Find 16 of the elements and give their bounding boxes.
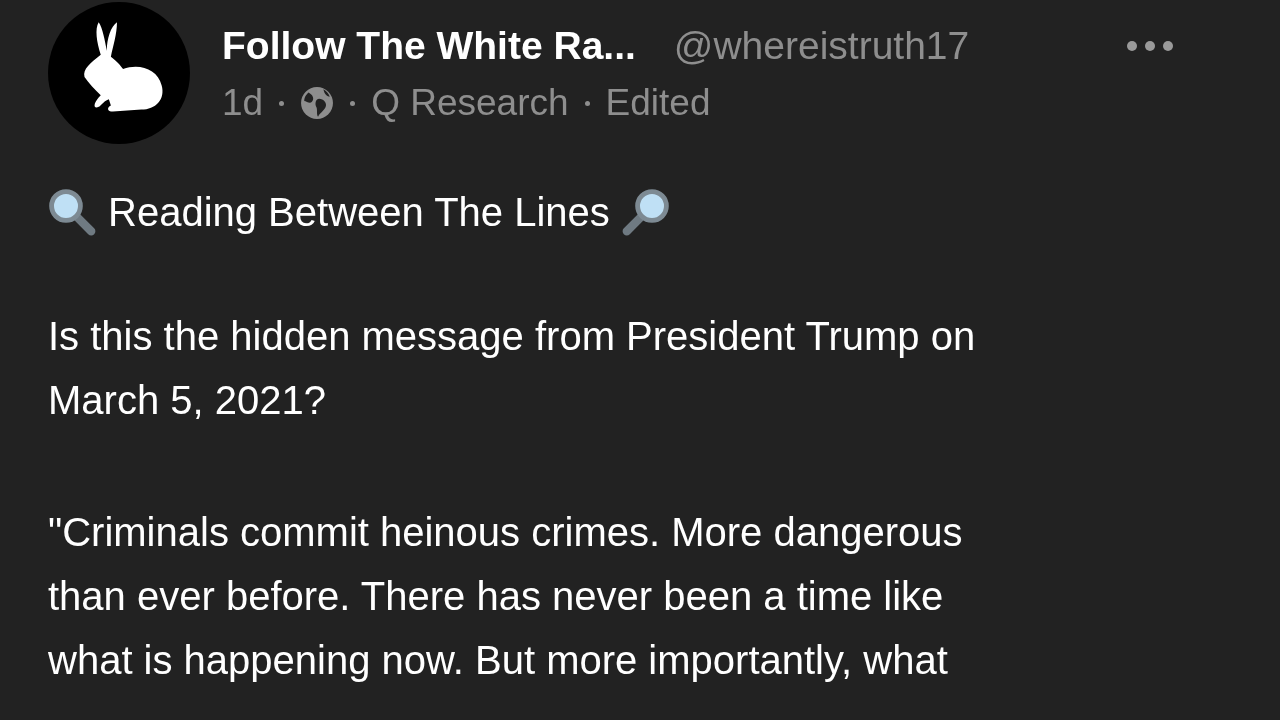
rabbit-avatar-icon[interactable]	[48, 2, 190, 144]
more-options-icon[interactable]	[1126, 40, 1174, 52]
post-paragraph: "Criminals commit heinous crimes. More dangerous than ever before. There has never been a time like what is happening now. But more importantly, what	[48, 509, 964, 684]
separator-dot	[584, 100, 590, 106]
separator-dot	[279, 100, 285, 106]
author-handle[interactable]: @whereistruth17	[673, 24, 970, 68]
post-title: Reading Between The Lines	[108, 189, 610, 235]
magnifier-icon	[621, 188, 670, 236]
post-time: 1d	[222, 82, 264, 124]
edited-label: Edited	[605, 82, 711, 124]
group-name[interactable]: Q Research	[371, 82, 569, 124]
author-name[interactable]: Follow The White Ra...	[222, 24, 636, 68]
post-paragraph: Is this the hidden message from President Trump on March 5, 2021?	[48, 313, 977, 424]
separator-dot	[350, 100, 356, 106]
magnifier-icon	[48, 188, 96, 236]
globe-icon	[300, 86, 335, 120]
